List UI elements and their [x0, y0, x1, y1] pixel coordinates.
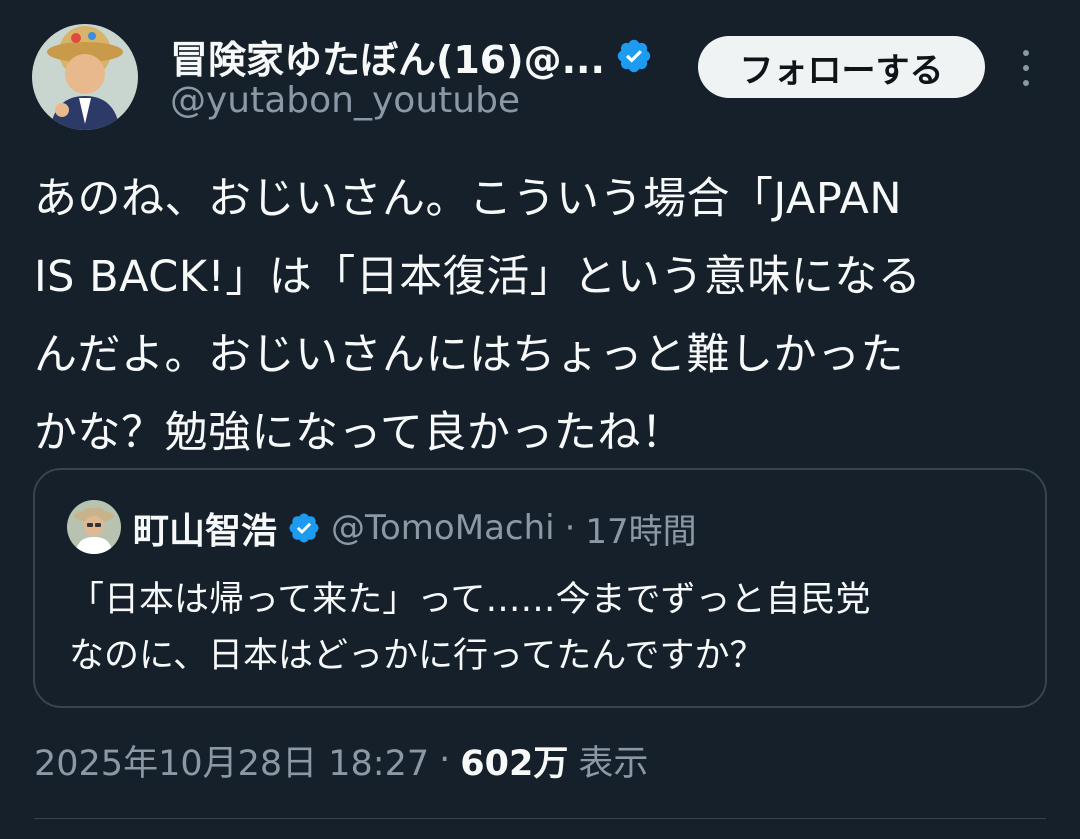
verified-badge-icon — [289, 513, 319, 543]
more-options-button[interactable] — [1008, 46, 1044, 90]
quoted-author-name[interactable]: 町山智浩 — [133, 502, 277, 554]
avatar-icon — [67, 500, 121, 554]
view-count[interactable]: 602万 — [460, 735, 568, 786]
author-avatar[interactable] — [32, 24, 138, 130]
verified-badge-icon — [617, 39, 651, 73]
quoted-tweet-text: 「日本は帰って来た」って……今までずっと自民党 なのに、日本はどっかに行ってたん… — [69, 580, 871, 676]
quoted-tweet[interactable]: 町山智浩 @TomoMachi · 17時間 「日本は帰って来た」って……今まで… — [33, 468, 1047, 708]
view-count-label: 表示 — [578, 743, 649, 784]
quoted-timestamp[interactable]: 17時間 — [585, 504, 696, 553]
author-name-row: 冒険家ゆたぼん(16)@... — [170, 28, 653, 84]
quoted-author-handle[interactable]: @TomoMachi — [331, 508, 555, 548]
tweet: 冒険家ゆたぼん(16)@... @yutabon_youtube フォローする … — [0, 0, 1080, 839]
author-name[interactable]: 冒険家ゆたぼん(16)@... — [170, 29, 605, 84]
meta-separator: · — [439, 740, 451, 780]
quoted-separator: · — [564, 508, 576, 548]
author-handle[interactable]: @yutabon_youtube — [170, 80, 520, 121]
tweet-text: あのね、おじいさん。こういう場合「JAPAN IS BACK!」は「日本復活」と… — [34, 174, 922, 458]
divider — [34, 818, 1046, 819]
follow-button[interactable]: フォローする — [698, 36, 985, 98]
tweet-timestamp[interactable]: 2025年10月28日 18:27 — [34, 735, 429, 786]
avatar-icon — [32, 24, 138, 130]
tweet-meta: 2025年10月28日 18:27 · 602万 表示 — [34, 734, 648, 786]
quoted-tweet-header: 町山智浩 @TomoMachi · 17時間 — [133, 502, 697, 554]
more-options-icon — [1023, 50, 1029, 56]
quoted-author-avatar[interactable] — [67, 500, 121, 554]
